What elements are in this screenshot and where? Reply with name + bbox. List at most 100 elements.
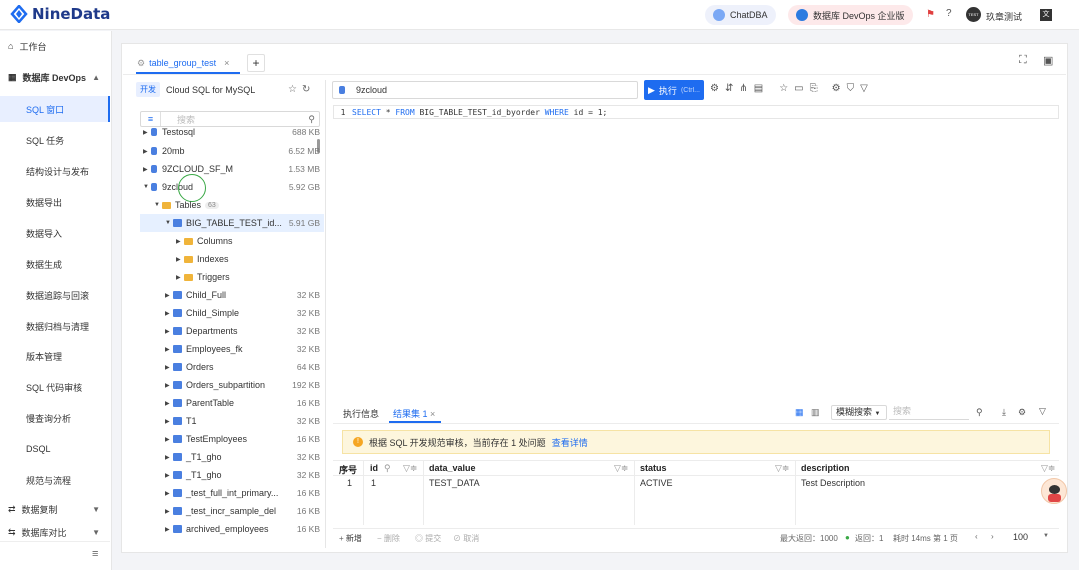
cell-id[interactable]: 1: [371, 478, 376, 488]
language-switch-icon[interactable]: 文: [1040, 9, 1052, 21]
save-icon[interactable]: ▤: [754, 83, 763, 94]
search-icon[interactable]: ⚲: [308, 114, 319, 125]
logo[interactable]: NineData: [10, 5, 110, 23]
add-row-button[interactable]: + 新增: [339, 533, 362, 544]
sidebar-item-compare[interactable]: ⇆ 数据库对比 ▼: [0, 525, 110, 539]
devops-edition-button[interactable]: 数据库 DevOps 企业版: [788, 5, 913, 25]
delete-row-button[interactable]: − 删除: [377, 533, 400, 544]
sidebar-item-sql-task[interactable]: SQL 任务: [0, 127, 110, 153]
sidebar-item-slow-query[interactable]: 慢查询分析: [0, 405, 110, 431]
tree-table[interactable]: ▶ _test_incr_sample_del 16 KB: [140, 502, 324, 520]
tree-folder-triggers[interactable]: ▶ Triggers: [140, 268, 324, 286]
tree-table[interactable]: ▶ TestEmployees 16 KB: [140, 430, 324, 448]
sidebar-item-schema-design[interactable]: 结构设计与发布: [0, 158, 110, 184]
shield-icon[interactable]: ⛉: [847, 83, 855, 94]
tree-folder-columns[interactable]: ▶ Columns: [140, 232, 324, 250]
tree-table[interactable]: ▶ _T1_gho 32 KB: [140, 448, 324, 466]
layout-icon[interactable]: ▣: [1043, 54, 1053, 67]
download-icon[interactable]: ⤓: [1002, 407, 1006, 418]
chevron-down-icon[interactable]: ▼: [1043, 533, 1049, 539]
user-avatar[interactable]: TEST: [966, 7, 981, 22]
prev-page-icon[interactable]: ‹: [975, 532, 978, 541]
assistant-avatar[interactable]: [1041, 478, 1067, 504]
tree-table[interactable]: ▶ Departments 32 KB: [140, 322, 324, 340]
next-page-icon[interactable]: ›: [991, 532, 994, 541]
star-icon[interactable]: ☆: [288, 84, 297, 95]
history-icon[interactable]: ⎘: [810, 83, 818, 94]
sidebar-item-replication[interactable]: ⇄ 数据复制 ▼: [0, 496, 110, 522]
filter-icon[interactable]: ▽: [860, 83, 868, 94]
tree-folder-tables[interactable]: ▼ Tables 63: [140, 196, 324, 214]
user-name[interactable]: 玖章测试: [986, 10, 1022, 23]
favorite-icon[interactable]: ☆: [779, 83, 788, 94]
view-details-link[interactable]: 查看详情: [552, 436, 588, 449]
sidebar-item-data-rollback[interactable]: 数据追踪与回滚: [0, 282, 110, 308]
cell-status[interactable]: ACTIVE: [640, 478, 673, 488]
tree-table[interactable]: ▶ _T1_gho 32 KB: [140, 466, 324, 484]
table-row[interactable]: 1 1 TEST_DATA ACTIVE Test Description: [333, 476, 1059, 492]
sidebar-item-version[interactable]: 版本管理: [0, 343, 110, 369]
tab-result-set[interactable]: 结果集 1 ×: [393, 407, 435, 420]
chatdba-button[interactable]: ChatDBA: [705, 5, 776, 25]
sidebar-item-dsql[interactable]: DSQL: [0, 436, 110, 462]
sidebar-item-data-generate[interactable]: 数据生成: [0, 251, 110, 277]
submit-button[interactable]: ◎ 提交: [415, 533, 441, 544]
form-view-icon[interactable]: ▥: [811, 407, 820, 418]
help-icon[interactable]: ?: [946, 8, 952, 19]
tree-search-input[interactable]: 搜索: [161, 113, 308, 126]
tree-db-20mb[interactable]: ▶ 20mb 6.52 MB: [140, 142, 324, 160]
tab-close-icon[interactable]: ×: [224, 58, 229, 68]
tree-table[interactable]: ▶ Orders 64 KB: [140, 358, 324, 376]
tree-table[interactable]: ▶ Child_Full 32 KB: [140, 286, 324, 304]
cancel-button[interactable]: ⊘ 取消: [453, 533, 479, 544]
tree-table[interactable]: ▶ archived_employees 16 KB: [140, 520, 324, 538]
refresh-icon[interactable]: ↻: [302, 84, 310, 95]
sort-filter-icon[interactable]: ▽≑: [1041, 463, 1055, 474]
collapse-menu-icon[interactable]: ≡: [92, 548, 98, 560]
tree-table[interactable]: ▶ _test_full_int_primary... 16 KB: [140, 484, 324, 502]
tree-table[interactable]: ▶ ParentTable 16 KB: [140, 394, 324, 412]
result-search-input[interactable]: 搜索: [889, 405, 969, 420]
sql-editor[interactable]: 1 SELECT * FROM BIG_TABLE_TEST_id_byorde…: [333, 105, 1059, 119]
sort-filter-icon[interactable]: ▽≑: [614, 463, 628, 474]
collapse-icon[interactable]: ▽: [1039, 406, 1046, 417]
sidebar-item-sql-window[interactable]: SQL 窗口: [0, 96, 110, 122]
cell-description[interactable]: Test Description: [801, 478, 865, 488]
add-tab-button[interactable]: +: [247, 54, 265, 72]
tree-db-testosql[interactable]: ▶ Testosql 688 KB: [140, 125, 324, 139]
tree-folder-indexes[interactable]: ▶ Indexes: [140, 250, 324, 268]
cell-data-value[interactable]: TEST_DATA: [429, 478, 480, 488]
sort-filter-icon[interactable]: ▽≑: [403, 463, 417, 474]
fuzzy-search-select[interactable]: 模糊搜索 ▼: [831, 405, 887, 420]
search-icon[interactable]: ⚲: [976, 407, 983, 418]
column-header[interactable]: status: [640, 463, 667, 473]
filter-dropdown-icon[interactable]: ≡: [141, 112, 161, 126]
close-icon[interactable]: ×: [430, 409, 435, 419]
tab-table-group-test[interactable]: ⚙ table_group_test ×: [137, 53, 229, 73]
tree-db-9zcloud[interactable]: ▼ 9zcloud 5.92 GB: [140, 178, 324, 196]
explain-icon[interactable]: ⇵: [725, 83, 733, 94]
fullscreen-icon[interactable]: ⛶: [1019, 54, 1027, 67]
settings-icon[interactable]: ⚙: [832, 83, 841, 94]
tree-table[interactable]: ▶ T1 32 KB: [140, 412, 324, 430]
sidebar-item-rules[interactable]: 规范与流程: [0, 467, 110, 493]
tree-db-9zcloud-sf-m[interactable]: ▶ 9ZCLOUD_SF_M 1.53 MB: [140, 160, 324, 178]
settings-icon[interactable]: ⚙: [1018, 407, 1026, 418]
sidebar-item-devops[interactable]: ▦ 数据库 DevOps ▲: [0, 64, 110, 90]
folder-icon[interactable]: ▭: [794, 83, 803, 94]
tree-table[interactable]: ▶ Orders_subpartition 192 KB: [140, 376, 324, 394]
sidebar-item-data-import[interactable]: 数据导入: [0, 220, 110, 246]
page-size-select[interactable]: 100: [1013, 532, 1028, 542]
share-icon[interactable]: ⋔: [739, 83, 747, 94]
connection-name[interactable]: Cloud SQL for MySQL: [166, 85, 255, 95]
panel-splitter[interactable]: [325, 80, 326, 548]
tree-table[interactable]: ▶ Child_Simple 32 KB: [140, 304, 324, 322]
sidebar-item-workbench[interactable]: ⌂ 工作台: [0, 33, 110, 59]
column-header[interactable]: data_value: [429, 463, 476, 473]
tree-table[interactable]: ▶ Employees_fk 32 KB: [140, 340, 324, 358]
run-button[interactable]: ▶ 执行 (Ctrl...: [644, 80, 704, 100]
sidebar-item-sql-review[interactable]: SQL 代码审核: [0, 374, 110, 400]
column-header[interactable]: description: [801, 463, 850, 473]
sidebar-item-data-archive[interactable]: 数据归档与清理: [0, 313, 110, 339]
sort-filter-icon[interactable]: ▽≑: [775, 463, 789, 474]
